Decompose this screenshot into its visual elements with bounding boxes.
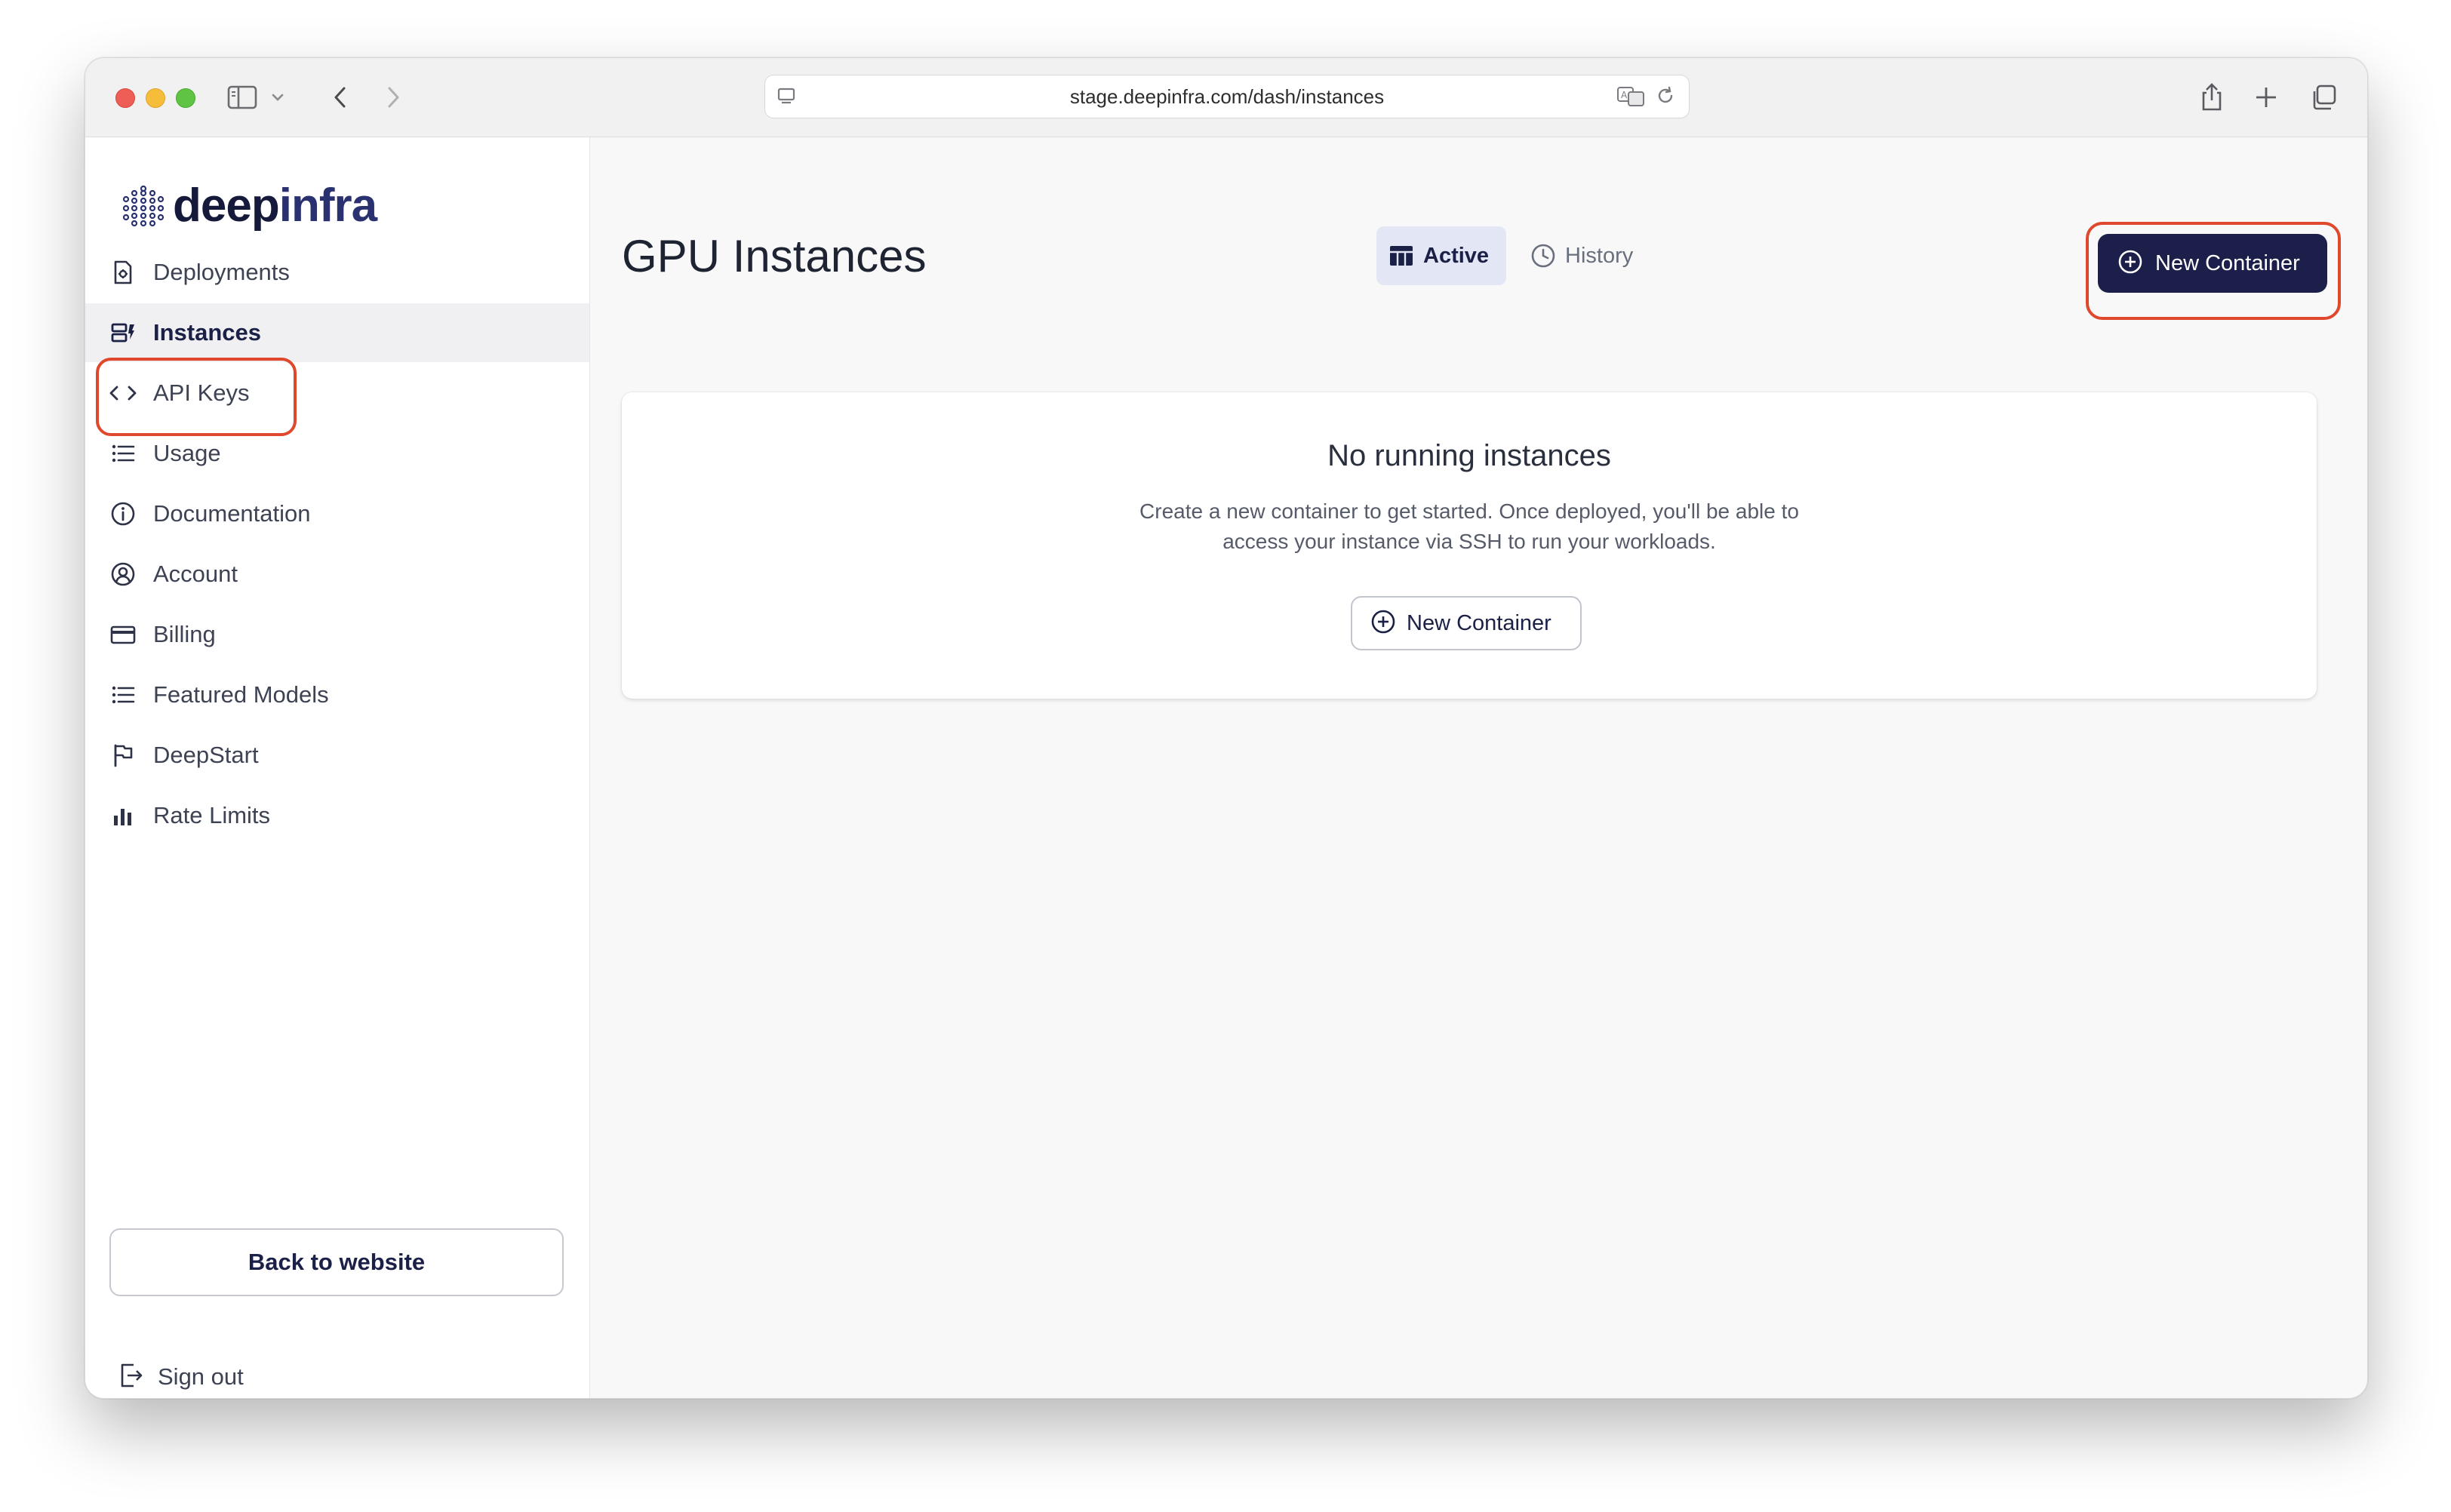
url-text: stage.deepinfra.com/dash/instances bbox=[1069, 85, 1385, 108]
back-arrow-icon[interactable] bbox=[324, 81, 357, 114]
sidebar-item-label: Usage bbox=[153, 440, 221, 466]
empty-state-card: No running instances Create a new contai… bbox=[622, 392, 2317, 699]
zoom-window-button[interactable] bbox=[176, 88, 195, 108]
deepinfra-logo-mark-icon bbox=[122, 185, 165, 227]
svg-text:A: A bbox=[1621, 90, 1628, 100]
sidebar-toggle-icon[interactable] bbox=[226, 81, 259, 114]
forward-arrow-icon[interactable] bbox=[377, 81, 410, 114]
user-circle-icon bbox=[108, 559, 138, 589]
sidebar-item-account[interactable]: Account bbox=[85, 545, 589, 604]
empty-state-new-container-button[interactable]: New Container bbox=[1351, 596, 1582, 650]
sign-out-link[interactable]: Sign out bbox=[118, 1358, 244, 1396]
sidebar: deepinfra Deployments Instances API Keys bbox=[85, 137, 590, 1398]
sidebar-item-usage[interactable]: Usage bbox=[85, 424, 589, 483]
chevron-down-icon[interactable] bbox=[266, 81, 289, 114]
table-icon bbox=[1388, 244, 1414, 267]
plus-circle-icon bbox=[1370, 609, 1396, 638]
tab-label: Active bbox=[1423, 243, 1490, 268]
list-icon bbox=[108, 438, 138, 469]
sidebar-item-label: DeepStart bbox=[153, 742, 259, 768]
browser-window: stage.deepinfra.com/dash/instances A dee… bbox=[85, 57, 2368, 1399]
sidebar-item-deployments[interactable]: Deployments bbox=[85, 243, 589, 302]
plus-circle-icon bbox=[2117, 249, 2143, 278]
empty-state-line: Create a new container to get started. O… bbox=[1139, 499, 1799, 523]
sidebar-item-billing[interactable]: Billing bbox=[85, 605, 589, 664]
tab-label: History bbox=[1565, 243, 1634, 268]
empty-state-button-label: New Container bbox=[1407, 610, 1551, 635]
sidebar-item-api-keys[interactable]: API Keys bbox=[85, 364, 589, 423]
new-container-label: New Container bbox=[2155, 250, 2300, 275]
sidebar-item-label: Documentation bbox=[153, 500, 311, 527]
sidebar-item-label: Deployments bbox=[153, 259, 290, 285]
reload-icon[interactable] bbox=[1654, 85, 1677, 111]
deployments-icon bbox=[108, 257, 138, 287]
empty-state-description: Create a new container to get started. O… bbox=[1075, 496, 1864, 557]
tab-history[interactable]: History bbox=[1518, 226, 1654, 285]
sidebar-item-instances[interactable]: Instances bbox=[85, 303, 589, 362]
main-content: GPU Instances Active History New Contain… bbox=[590, 137, 2367, 1398]
new-tab-icon[interactable] bbox=[2250, 81, 2283, 114]
sign-out-label: Sign out bbox=[158, 1363, 244, 1390]
sidebar-item-label: Instances bbox=[153, 319, 262, 346]
instances-icon bbox=[108, 318, 138, 348]
tab-active[interactable]: Active bbox=[1376, 226, 1506, 285]
sidebar-item-label: API Keys bbox=[153, 380, 250, 406]
clock-icon bbox=[1530, 243, 1556, 269]
sidebar-item-documentation[interactable]: Documentation bbox=[85, 484, 589, 543]
empty-state-line: access your instance via SSH to run your… bbox=[1222, 530, 1716, 553]
empty-state-title: No running instances bbox=[1327, 439, 1611, 472]
sidebar-item-label: Account bbox=[153, 561, 238, 587]
sidebar-item-rate-limits[interactable]: Rate Limits bbox=[85, 786, 589, 845]
sidebar-item-label: Featured Models bbox=[153, 681, 329, 708]
new-container-button[interactable]: New Container bbox=[2098, 234, 2327, 293]
bar-chart-icon bbox=[108, 801, 138, 831]
info-icon bbox=[108, 499, 138, 529]
sign-out-icon bbox=[118, 1362, 144, 1393]
sidebar-item-label: Rate Limits bbox=[153, 802, 271, 828]
sidebar-item-deepstart[interactable]: DeepStart bbox=[85, 726, 589, 785]
address-bar[interactable]: stage.deepinfra.com/dash/instances A bbox=[764, 75, 1690, 118]
sidebar-item-featured-models[interactable]: Featured Models bbox=[85, 665, 589, 724]
translate-icon[interactable]: A bbox=[1616, 85, 1647, 111]
tab-overview-icon[interactable] bbox=[2307, 81, 2340, 114]
deepinfra-logo[interactable]: deepinfra bbox=[121, 183, 377, 229]
browser-toolbar: stage.deepinfra.com/dash/instances A bbox=[85, 58, 2367, 137]
credit-card-icon bbox=[108, 619, 138, 650]
back-to-website-button[interactable]: Back to website bbox=[109, 1228, 564, 1296]
flag-icon bbox=[108, 740, 138, 770]
list-icon bbox=[108, 680, 138, 710]
code-icon bbox=[108, 378, 138, 408]
minimize-window-button[interactable] bbox=[146, 88, 165, 108]
sidebar-item-label: Billing bbox=[153, 621, 216, 647]
close-window-button[interactable] bbox=[115, 88, 135, 108]
page-title: GPU Instances bbox=[622, 231, 927, 281]
share-icon[interactable] bbox=[2195, 81, 2228, 114]
logo-wordmark: deepinfra bbox=[173, 180, 377, 232]
